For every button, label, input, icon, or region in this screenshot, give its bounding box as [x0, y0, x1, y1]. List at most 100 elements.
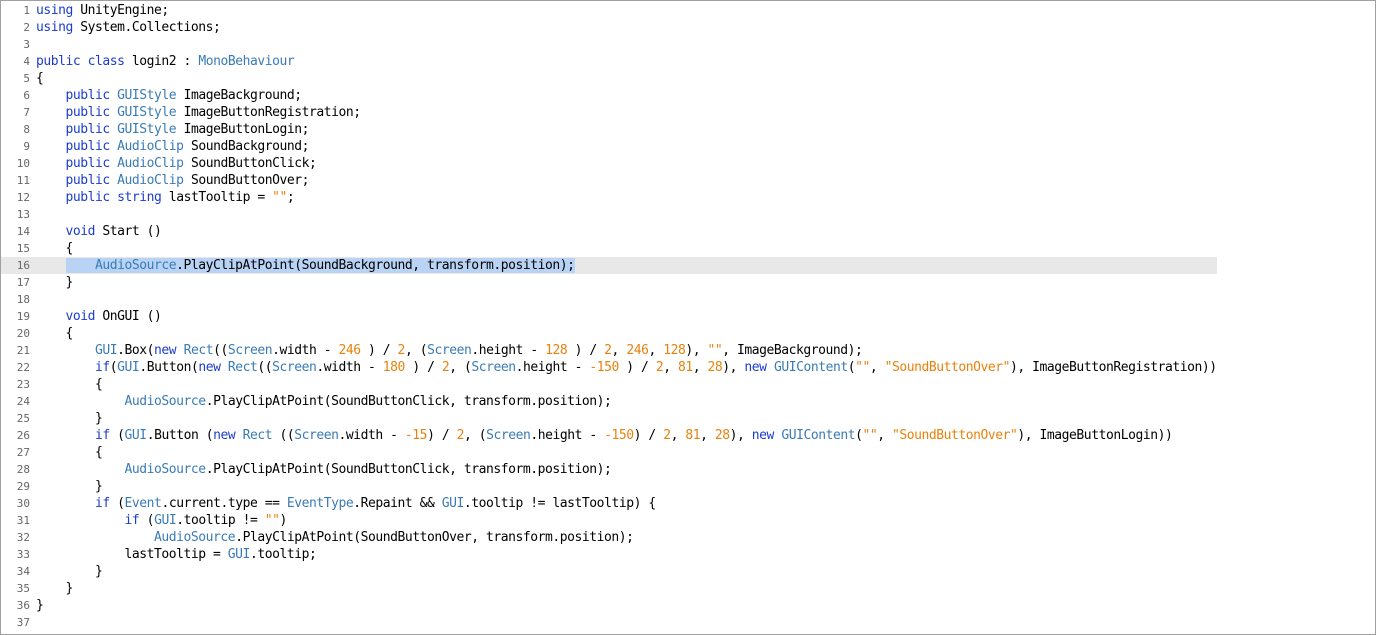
code-line[interactable]: 4 public class login2 : MonoBehaviour	[1, 53, 1217, 70]
line-code: public GUIStyle ImageButtonLogin;	[36, 121, 310, 138]
code-token: 128	[545, 343, 568, 358]
line-code: AudioSource.PlayClipAtPoint(SoundButtonC…	[36, 461, 612, 478]
code-token: AudioSource	[124, 462, 207, 477]
code-line[interactable]: 7 public GUIStyle ImageButtonRegistratio…	[1, 104, 1217, 121]
code-token: Screen	[294, 428, 339, 443]
code-line[interactable]: 25 }	[1, 410, 1217, 427]
code-token: public	[36, 54, 81, 69]
code-token: Screen	[427, 343, 472, 358]
code-line[interactable]: 9 public AudioClip SoundBackground;	[1, 138, 1217, 155]
code-line[interactable]: 28 AudioSource.PlayClipAtPoint(SoundButt…	[1, 461, 1217, 478]
code-line[interactable]: 27 {	[1, 444, 1217, 461]
code-token: (	[109, 428, 125, 443]
code-line[interactable]: 23 {	[1, 376, 1217, 393]
code-token: 246	[626, 343, 649, 358]
line-number: 9	[23, 140, 30, 153]
code-line[interactable]: 24 AudioSource.PlayClipAtPoint(SoundButt…	[1, 393, 1217, 410]
line-number: 11	[16, 174, 30, 187]
code-line[interactable]: 1 using UnityEngine;	[1, 2, 1217, 19]
code-token: new	[198, 360, 221, 375]
line-code: {	[36, 240, 74, 257]
code-editor[interactable]: 1 using UnityEngine; 2 using System.Collect…	[0, 0, 1376, 635]
code-line[interactable]: 35 }	[1, 580, 1217, 597]
code-token: Rect	[242, 428, 273, 443]
code-token: "SoundButtonOver"	[884, 360, 1011, 375]
line-code: void Start ()	[36, 223, 162, 240]
code-token: if	[124, 513, 140, 528]
code-line[interactable]: 2 using System.Collections;	[1, 19, 1217, 36]
code-line[interactable]: 22 if(GUI.Button(new Rect((Screen.width …	[1, 359, 1217, 376]
code-line[interactable]: 10 public AudioClip SoundButtonClick;	[1, 155, 1217, 172]
code-token: GUI	[95, 343, 118, 358]
code-token: ) /	[633, 428, 664, 443]
code-token: Event	[124, 496, 162, 511]
code-line[interactable]: 36}	[1, 597, 1217, 614]
code-token: Screen	[227, 343, 273, 358]
code-token: new	[751, 428, 775, 443]
code-token: ),	[729, 428, 752, 443]
code-line[interactable]: 29 }	[1, 478, 1217, 495]
code-line[interactable]: 6 public GUIStyle ImageBackground;	[1, 87, 1217, 104]
code-line[interactable]: 14 void Start ()	[1, 223, 1217, 240]
code-token: (	[109, 496, 125, 511]
code-token: 246	[338, 343, 362, 358]
code-token: 28	[707, 360, 723, 375]
code-token: AudioClip	[117, 156, 184, 171]
code-token: using	[36, 20, 73, 35]
code-line[interactable]: 30 if (Event.current.type == EventType.R…	[1, 495, 1217, 512]
code-token: ((	[213, 343, 228, 358]
code-area[interactable]: 1 using UnityEngine; 2 using System.Collect…	[1, 1, 1217, 631]
code-token: ((	[257, 360, 273, 375]
code-line[interactable]: 16 AudioSource.PlayClipAtPoint(SoundBack…	[1, 257, 1217, 274]
code-line[interactable]: 33 lastTooltip = GUI.tooltip;	[1, 546, 1217, 563]
code-line[interactable]: 19 void OnGUI ()	[1, 308, 1217, 325]
code-line[interactable]: 17 }	[1, 274, 1217, 291]
code-token: SoundButtonOver;	[183, 173, 309, 188]
code-line[interactable]: 12 public string lastTooltip = "";	[1, 189, 1217, 206]
code-line[interactable]: 21 GUI.Box(new Rect((Screen.width - 246 …	[1, 342, 1217, 359]
line-number: 20	[16, 327, 30, 340]
code-line[interactable]: 11 public AudioClip SoundButtonOver;	[1, 172, 1217, 189]
code-line[interactable]: 34 }	[1, 563, 1217, 580]
code-token: ) /	[567, 343, 605, 358]
line-code: public GUIStyle ImageBackground;	[36, 87, 303, 104]
code-line[interactable]: 13	[1, 206, 1217, 223]
code-line[interactable]: 8 public GUIStyle ImageButtonLogin;	[1, 121, 1217, 138]
code-token: .PlayClipAtPoint(SoundBackground, transf…	[176, 258, 575, 273]
line-number: 22	[16, 361, 30, 374]
code-token: ,	[663, 360, 678, 375]
code-line[interactable]: 32 AudioSource.PlayClipAtPoint(SoundButt…	[1, 529, 1217, 546]
code-token: ImageBackground;	[176, 88, 302, 103]
code-line[interactable]: 18	[1, 291, 1217, 308]
line-code: AudioSource.PlayClipAtPoint(SoundButtonO…	[36, 529, 634, 546]
code-token: {	[36, 241, 74, 256]
code-token: ((	[272, 428, 295, 443]
code-line[interactable]: 26 if (GUI.Button (new Rect ((Screen.wid…	[1, 427, 1217, 444]
code-token: ,	[611, 343, 627, 358]
code-token: ), ImageButtonLogin))	[1017, 428, 1173, 443]
line-code: AudioSource.PlayClipAtPoint(SoundBackgro…	[36, 257, 575, 274]
code-token: if	[95, 428, 110, 443]
code-token: , (	[463, 428, 487, 443]
line-code: public GUIStyle ImageButtonRegistration;	[36, 104, 362, 121]
code-line[interactable]: 15 {	[1, 240, 1217, 257]
code-line[interactable]: 31 if (GUI.tooltip != "")	[1, 512, 1217, 529]
code-token: -150	[589, 360, 619, 375]
code-token: .PlayClipAtPoint(SoundButtonClick, trans…	[205, 394, 612, 409]
code-line[interactable]: 3	[1, 36, 1217, 53]
line-number: 31	[16, 514, 30, 527]
code-token: ;	[286, 190, 295, 205]
line-number: 15	[16, 242, 30, 255]
code-token: .width -	[272, 343, 339, 358]
code-line[interactable]: 20 {	[1, 325, 1217, 342]
code-token: class	[87, 54, 125, 69]
line-number: 30	[16, 497, 30, 510]
code-token: public	[65, 88, 111, 103]
code-token: new	[154, 343, 177, 358]
code-token: , (	[404, 343, 428, 358]
line-code: if (GUI.Button (new Rect ((Screen.width …	[36, 427, 1173, 444]
code-line[interactable]: 37	[1, 614, 1217, 631]
code-line[interactable]: 5{	[1, 70, 1217, 87]
